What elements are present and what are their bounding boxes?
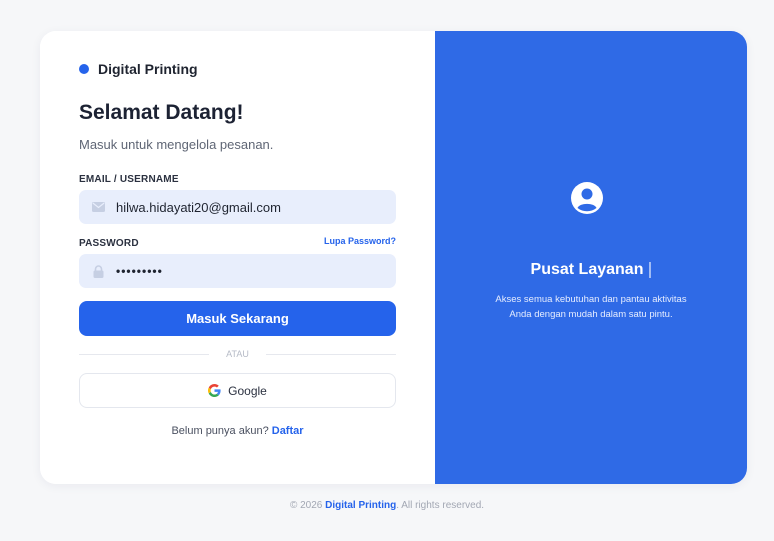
email-value: hilwa.hidayati20@gmail.com <box>116 199 281 215</box>
lock-icon <box>91 264 105 278</box>
page-title: Selamat Datang! <box>79 101 244 124</box>
typing-cursor <box>649 261 652 278</box>
or-divider: ATAU <box>79 349 396 359</box>
footer-rights: . All rights reserved. <box>396 500 485 511</box>
signup-prompt-text: Belum punya akun? <box>171 425 269 437</box>
promo-panel: Pusat Layanan Akses semua kebutuhan dan … <box>435 31 747 484</box>
login-card: Digital Printing Selamat Datang! Masuk u… <box>40 31 747 484</box>
user-circle-icon <box>570 181 604 215</box>
footer-brand: Digital Printing <box>325 500 397 511</box>
footer: © 2026 Digital Printing. All rights rese… <box>0 500 774 511</box>
google-login-button[interactable]: Google <box>79 373 396 408</box>
promo-description: Akses semua kebutuhan dan pantau aktivit… <box>495 294 687 320</box>
promo-title: Pusat Layanan <box>530 261 644 278</box>
google-label: Google <box>228 383 267 398</box>
password-value: ••••••••• <box>116 264 163 278</box>
brand-dot-icon <box>79 64 89 74</box>
brand-name: Digital Printing <box>98 61 198 77</box>
promo-title-wrap: Pusat Layanan <box>435 261 747 279</box>
google-icon <box>208 384 221 397</box>
login-panel: Digital Printing Selamat Datang! Masuk u… <box>40 31 435 484</box>
mail-icon <box>91 200 105 214</box>
signup-link[interactable]: Daftar <box>272 425 304 437</box>
signup-prompt: Belum punya akun? Daftar <box>79 425 396 437</box>
footer-copyright: © 2026 <box>289 500 323 511</box>
password-field[interactable]: ••••••••• <box>79 254 396 288</box>
forgot-password-link[interactable]: Lupa Password? <box>324 236 396 246</box>
login-submit-button[interactable]: Masuk Sekarang <box>79 301 396 336</box>
password-label: PASSWORD <box>79 238 139 249</box>
email-label: EMAIL / USERNAME <box>79 174 179 185</box>
page-subtitle: Masuk untuk mengelola pesanan. <box>79 137 274 152</box>
brand: Digital Printing <box>79 61 198 77</box>
email-field[interactable]: hilwa.hidayati20@gmail.com <box>79 190 396 224</box>
